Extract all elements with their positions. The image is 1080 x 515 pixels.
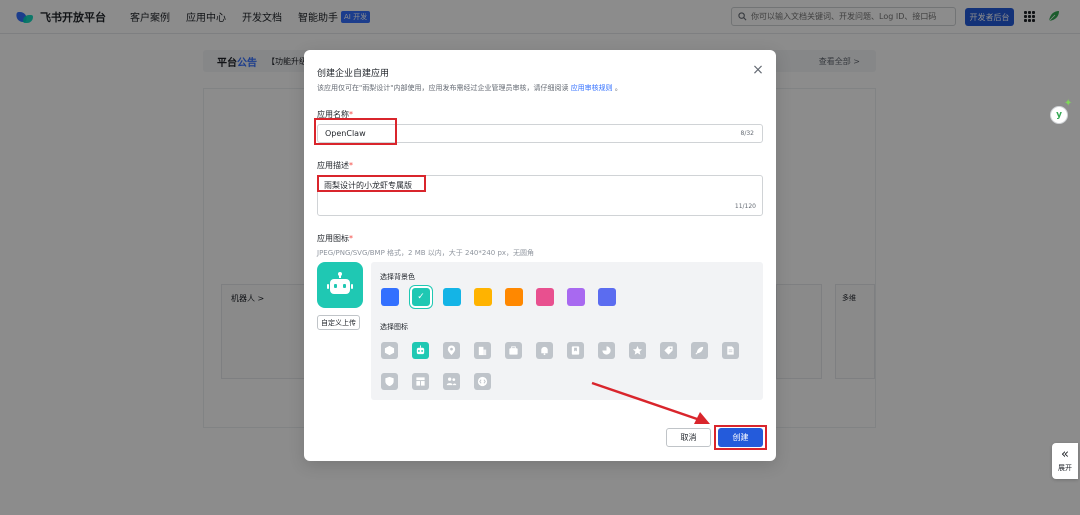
building-icon xyxy=(478,346,487,356)
color-swatch[interactable] xyxy=(443,288,461,306)
icon-option[interactable] xyxy=(474,342,491,359)
code-icon xyxy=(477,376,488,387)
color-swatch[interactable] xyxy=(474,288,492,306)
app-desc-count: 11/120 xyxy=(734,203,756,210)
color-swatches: ✓ xyxy=(381,286,629,308)
review-rules-link[interactable]: 应用审核规则 xyxy=(571,84,613,92)
double-chevron-left-icon: « xyxy=(1061,447,1069,462)
briefcase-icon xyxy=(509,346,518,355)
icon-option[interactable] xyxy=(412,373,429,390)
expand-button[interactable]: « 展开 xyxy=(1052,443,1078,479)
dialog-description: 该应用仅可在"雨梨设计"内部使用，应用发布需经过企业管理员审核，请仔细阅读 应用… xyxy=(317,84,622,92)
icon-option[interactable] xyxy=(381,342,398,359)
bookmark-icon xyxy=(571,346,580,355)
robot-icon xyxy=(327,272,353,294)
pie-chart-icon xyxy=(602,346,611,355)
icon-row-1 xyxy=(381,342,753,359)
custom-upload-button[interactable]: 自定义上传 xyxy=(317,315,360,330)
icon-option[interactable] xyxy=(443,342,460,359)
icon-option[interactable] xyxy=(567,342,584,359)
app-desc-label: 应用描述* xyxy=(317,161,353,170)
color-swatch[interactable] xyxy=(536,288,554,306)
expand-label: 展开 xyxy=(1058,464,1072,472)
create-app-dialog: 创建企业自建应用 × 该应用仅可在"雨梨设计"内部使用，应用发布需经过企业管理员… xyxy=(304,50,776,461)
app-icon-preview xyxy=(317,262,363,308)
rocket-icon xyxy=(695,346,704,355)
robot-icon xyxy=(416,345,425,355)
icon-option[interactable] xyxy=(598,342,615,359)
icon-option[interactable] xyxy=(660,342,677,359)
app-name-count: 8/32 xyxy=(740,130,754,137)
location-pin-icon xyxy=(447,345,456,356)
icon-format-hint: JPEG/PNG/SVG/BMP 格式，2 MB 以内，大于 240*240 p… xyxy=(317,249,535,257)
icon-picker-panel: 选择背景色 ✓ 选择图标 xyxy=(371,262,763,400)
star-icon xyxy=(632,345,643,355)
color-swatch[interactable] xyxy=(598,288,616,306)
check-icon: ✓ xyxy=(417,292,425,302)
icon-option[interactable] xyxy=(381,373,398,390)
tag-icon xyxy=(664,346,673,355)
shield-icon xyxy=(385,376,394,387)
icon-pick-label: 选择图标 xyxy=(380,323,408,331)
icon-option[interactable] xyxy=(629,342,646,359)
document-icon xyxy=(727,346,734,355)
icon-option[interactable] xyxy=(443,373,460,390)
bg-color-label: 选择背景色 xyxy=(380,273,415,281)
bell-icon xyxy=(541,346,548,356)
color-swatch[interactable]: ✓ xyxy=(410,286,432,308)
dialog-title: 创建企业自建应用 xyxy=(317,69,390,79)
highlight-box-create xyxy=(714,425,767,450)
group-icon xyxy=(446,377,457,386)
highlight-box-name xyxy=(314,118,397,145)
color-swatch[interactable] xyxy=(567,288,585,306)
icon-option[interactable] xyxy=(722,342,739,359)
icon-option[interactable] xyxy=(536,342,553,359)
icon-option[interactable] xyxy=(474,373,491,390)
color-swatch[interactable] xyxy=(381,288,399,306)
sparkle-icon: ✦ xyxy=(1064,98,1073,109)
cube-icon xyxy=(384,345,395,356)
icon-option[interactable] xyxy=(505,342,522,359)
icon-option[interactable] xyxy=(412,342,429,359)
icon-option[interactable] xyxy=(691,342,708,359)
cancel-button[interactable]: 取消 xyxy=(666,428,711,447)
color-swatch[interactable] xyxy=(505,288,523,306)
close-icon[interactable]: × xyxy=(751,63,765,77)
app-icon-label: 应用图标* xyxy=(317,234,353,243)
layout-icon xyxy=(416,377,425,386)
icon-row-2 xyxy=(381,373,505,390)
highlight-box-desc xyxy=(317,175,426,192)
